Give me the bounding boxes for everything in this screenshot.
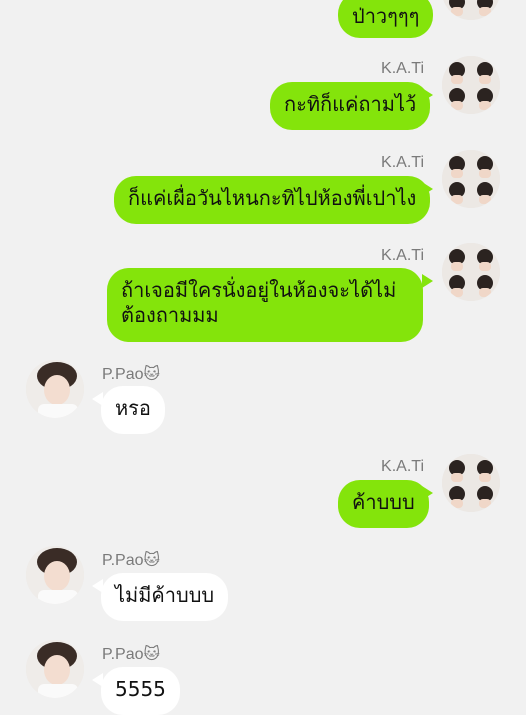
- bubble-tail: [422, 182, 433, 196]
- message-bubble[interactable]: 5555: [101, 667, 180, 715]
- sender-name: P.Pao🐱: [102, 364, 160, 384]
- avatar-kati-image: [442, 243, 500, 301]
- sender-name-text: P.Pao: [102, 366, 144, 383]
- avatar-ppao-image: [26, 546, 84, 604]
- bubble-tail: [422, 88, 433, 102]
- avatar-kati-image: [442, 0, 500, 20]
- sender-name: K.A.Ti: [381, 60, 424, 77]
- avatar-ppao-image: [26, 640, 84, 698]
- bubble-tail: [422, 274, 433, 288]
- sender-name-text: P.Pao: [102, 646, 144, 663]
- message-bubble[interactable]: ก็แค่เผื่อวันไหนกะทิไปห้องพี่เปาไง: [114, 176, 431, 224]
- bubble-tail: [92, 579, 103, 593]
- avatar-ppao-image: [26, 360, 84, 418]
- message-bubble[interactable]: กะทิก็แค่ถามไว้: [270, 82, 431, 130]
- avatar-ppao[interactable]: [26, 640, 84, 698]
- message-bubble[interactable]: หรอ: [101, 386, 165, 434]
- message-bubble[interactable]: ถ้าเจอมีใครนั่งอยู่ในห้องจะได้ไม่ ต้องถา…: [107, 268, 423, 342]
- avatar-kati-image: [442, 56, 500, 114]
- avatar-ppao[interactable]: [26, 546, 84, 604]
- avatar-ppao[interactable]: [26, 360, 84, 418]
- avatar-kati-image: [442, 454, 500, 512]
- cat-emoji: 🐱: [143, 552, 161, 569]
- sender-name: K.A.Ti: [381, 247, 424, 264]
- avatar-kati[interactable]: [442, 56, 500, 114]
- bubble-tail: [422, 486, 433, 500]
- avatar-kati[interactable]: [442, 454, 500, 512]
- cat-emoji: 🐱: [143, 646, 161, 663]
- bubble-tail: [92, 392, 103, 406]
- sender-name-text: P.Pao: [102, 552, 144, 569]
- cat-emoji: 🐱: [143, 366, 161, 383]
- avatar-kati-image: [442, 150, 500, 208]
- message-bubble[interactable]: ป่าวๆๆๆ: [338, 0, 434, 38]
- sender-name: P.Pao🐱: [102, 550, 160, 570]
- message-bubble[interactable]: ค้าบบบ: [338, 480, 429, 528]
- avatar-kati[interactable]: [442, 0, 500, 20]
- sender-name: K.A.Ti: [381, 154, 424, 171]
- bubble-tail: [92, 673, 103, 687]
- avatar-kati[interactable]: [442, 243, 500, 301]
- avatar-kati[interactable]: [442, 150, 500, 208]
- message-bubble[interactable]: ไม่มีค้าบบบ: [101, 573, 229, 621]
- sender-name: P.Pao🐱: [102, 644, 160, 664]
- sender-name: K.A.Ti: [381, 458, 424, 475]
